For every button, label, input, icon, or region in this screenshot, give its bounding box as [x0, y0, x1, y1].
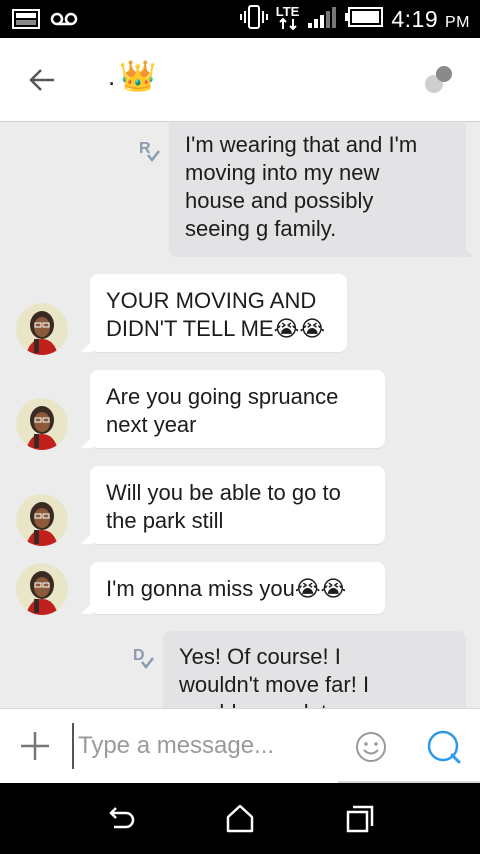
avatar[interactable]	[16, 563, 68, 615]
smiley-icon	[356, 732, 386, 762]
outgoing-message[interactable]: Yes! Of course! I wouldn't move far! I w…	[163, 631, 466, 708]
message-line: seeing g family.	[185, 216, 337, 241]
conversation-options-icon	[425, 66, 452, 93]
message-line: wouldn't move far! I	[179, 672, 370, 697]
vibrate-icon	[239, 4, 268, 35]
lte-icon: LTE	[275, 4, 300, 32]
nav-recent-apps-button[interactable]	[342, 801, 378, 837]
back-icon	[109, 807, 135, 829]
message-line: Are you going spruance	[106, 384, 339, 409]
message-line: moving into my new	[185, 160, 380, 185]
status-bar: LTE 4:19 PM	[0, 0, 480, 38]
message-line: the park still	[106, 508, 224, 533]
chat-bubble-icon	[427, 730, 461, 764]
conversation-options-button[interactable]	[422, 62, 458, 98]
arrow-left-icon	[29, 69, 54, 91]
battery-icon	[345, 6, 384, 32]
bubble-tail	[81, 602, 93, 614]
incoming-message[interactable]: YOUR MOVING AND DIDN'T TELL ME😭😭	[81, 274, 347, 352]
signal-icon	[307, 5, 337, 34]
send-button[interactable]	[426, 729, 462, 765]
conversation-header: . 👑	[0, 38, 480, 122]
message-line: DIDN'T TELL ME😭😭	[106, 316, 326, 341]
message-line: would never let my mom	[179, 699, 450, 708]
message-input[interactable]	[72, 723, 340, 769]
emoji-button[interactable]	[354, 730, 388, 764]
message-line: next year	[106, 412, 197, 437]
bubble-tail	[81, 436, 93, 448]
add-attachment-button[interactable]	[18, 729, 52, 763]
message-line: YOUR MOVING AND	[106, 288, 317, 313]
avatar[interactable]	[16, 398, 68, 450]
incoming-message[interactable]: Are you going spruance next year	[81, 370, 385, 448]
svg-text:R: R	[139, 140, 151, 157]
message-line: Will you be able to go to	[106, 480, 341, 505]
home-icon	[226, 804, 254, 833]
voicemail-icon	[50, 11, 78, 32]
incoming-message[interactable]: I'm gonna miss you😭😭	[81, 562, 385, 614]
message-line: Yes! Of course! I	[179, 644, 341, 669]
avatar[interactable]	[16, 494, 68, 546]
contact-prefix: .	[108, 61, 116, 91]
recent-apps-icon	[346, 805, 374, 833]
back-button[interactable]	[22, 60, 62, 100]
plus-icon	[21, 732, 49, 760]
message-line: I'm wearing that and I'm	[185, 132, 418, 157]
message-list[interactable]: R I'm wearing that and I'm moving into m…	[0, 123, 480, 708]
nav-home-button[interactable]	[222, 801, 258, 837]
delivered-receipt-icon: D	[133, 647, 154, 670]
bubble-tail	[81, 340, 93, 352]
system-navigation-bar	[0, 783, 480, 854]
outgoing-message[interactable]: I'm wearing that and I'm moving into my …	[169, 123, 473, 257]
network-type: LTE	[275, 4, 300, 19]
message-line: I'm gonna miss you😭😭	[106, 576, 347, 601]
nav-back-button[interactable]	[102, 801, 138, 837]
avatar[interactable]	[16, 303, 68, 355]
clock: 4:19 PM	[391, 5, 470, 32]
contact-name[interactable]: . 👑	[108, 58, 157, 94]
crown-emoji: 👑	[119, 60, 157, 93]
bubble-tail	[81, 532, 93, 544]
image-icon	[12, 9, 40, 34]
message-composer	[0, 708, 480, 784]
incoming-message[interactable]: Will you be able to go to the park still	[81, 466, 385, 544]
message-line: house and possibly	[185, 188, 374, 213]
read-receipt-icon: R	[139, 140, 160, 163]
bubble-tail	[463, 245, 473, 257]
